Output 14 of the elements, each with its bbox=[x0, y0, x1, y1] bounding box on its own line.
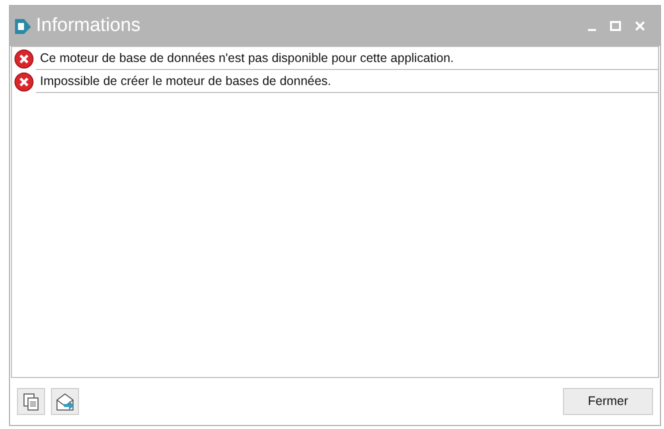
error-icon bbox=[14, 72, 34, 92]
error-icon bbox=[14, 48, 34, 68]
envelope-icon bbox=[55, 392, 75, 410]
window-title: Informations bbox=[36, 14, 141, 38]
maximize-icon bbox=[610, 21, 621, 32]
minimize-icon bbox=[588, 29, 596, 31]
app-icon bbox=[14, 17, 32, 35]
email-button[interactable] bbox=[51, 388, 79, 415]
copy-icon bbox=[22, 392, 40, 410]
message-text: Ce moteur de base de données n'est pas disponible pour cette application. bbox=[36, 47, 658, 70]
copy-button[interactable] bbox=[17, 388, 45, 415]
close-button[interactable]: Fermer bbox=[563, 388, 653, 415]
close-icon bbox=[635, 21, 645, 32]
message-text: Impossible de créer le moteur de bases de données. bbox=[36, 70, 658, 93]
